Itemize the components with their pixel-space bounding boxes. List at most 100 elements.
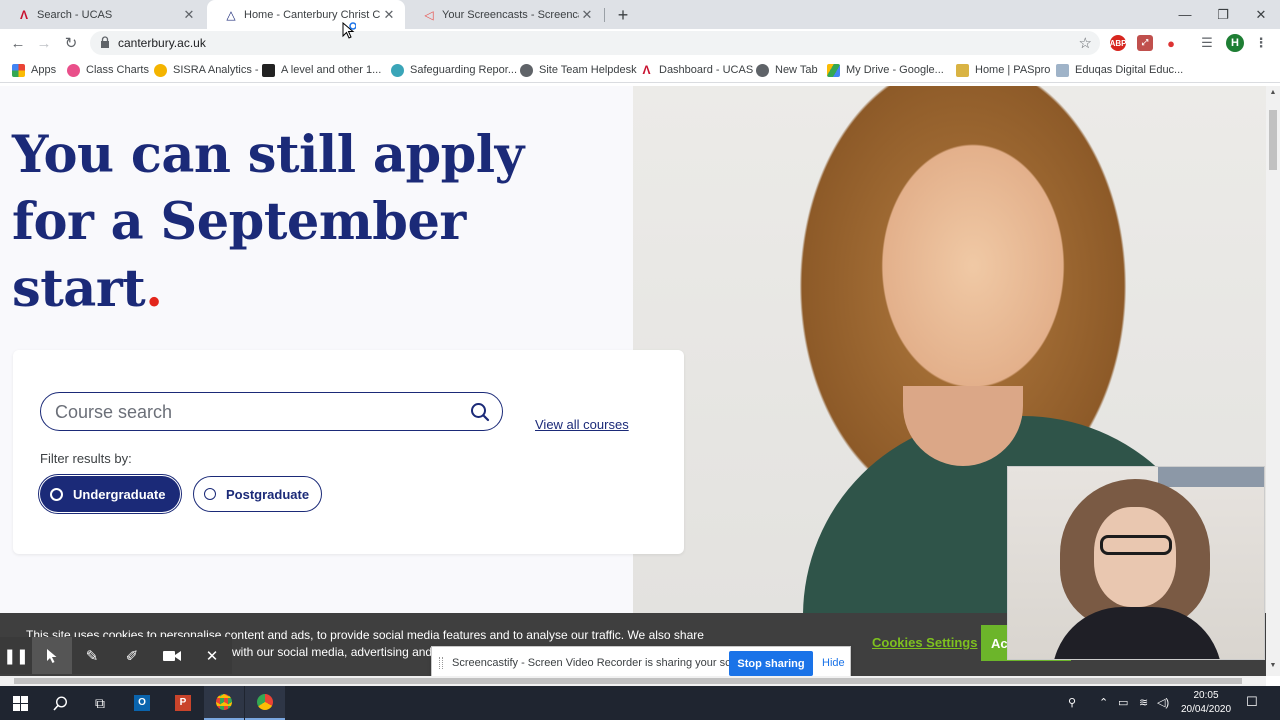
close-tab-icon[interactable]: ✕ xyxy=(381,7,397,23)
back-button[interactable]: ← xyxy=(8,33,28,53)
screen-sharing-bar: Screencastify - Screen Video Recorder is… xyxy=(431,646,851,679)
vertical-scrollbar[interactable]: ▲ ▼ xyxy=(1266,86,1280,676)
tab-label: Home - Canterbury Christ Church xyxy=(244,8,381,21)
address-bar[interactable]: canterbury.ac.uk ☆ xyxy=(90,31,1100,55)
drag-handle-icon[interactable] xyxy=(439,657,443,669)
clock-date: 20/04/2020 xyxy=(1180,704,1232,715)
webcam-presenter-body xyxy=(1052,607,1222,659)
reload-button[interactable]: ↻ xyxy=(61,33,81,53)
cookies-settings-link[interactable]: Cookies Settings xyxy=(872,635,977,650)
system-clock[interactable]: 20:05 20/04/2020 xyxy=(1176,689,1236,717)
new-tab-button[interactable]: + xyxy=(613,5,633,25)
bookmark-label: Class Charts xyxy=(86,64,149,76)
filter-postgraduate-button[interactable]: Postgraduate xyxy=(193,476,322,512)
hide-button[interactable]: Hide xyxy=(822,657,845,669)
eduqas-icon xyxy=(1056,63,1069,77)
a-level-icon xyxy=(262,63,275,77)
pointer-icon[interactable] xyxy=(32,637,72,674)
course-search-field[interactable] xyxy=(40,392,503,431)
horizontal-scrollbar[interactable] xyxy=(0,676,1266,686)
course-search-card: View all courses Filter results by: Unde… xyxy=(13,350,684,554)
sisra-icon xyxy=(154,63,167,77)
close-tab-icon[interactable]: ✕ xyxy=(579,7,595,23)
bookmark-eduqas[interactable]: Eduqas Digital Educ... xyxy=(1056,62,1183,78)
scrollbar-thumb[interactable] xyxy=(1269,110,1277,170)
highlighter-icon[interactable]: ✐ xyxy=(112,637,152,674)
chrome-icon[interactable] xyxy=(204,686,244,720)
notifications-icon[interactable]: ☐ xyxy=(1246,694,1258,710)
powerpoint-icon[interactable]: P xyxy=(163,686,203,720)
filter-undergraduate-button[interactable]: Undergraduate xyxy=(38,474,182,514)
adblock-plus-icon[interactable]: ABP xyxy=(1110,35,1126,51)
minimize-button[interactable]: — xyxy=(1166,0,1204,29)
safeguarding-icon xyxy=(391,63,404,77)
close-window-button[interactable]: ✕ xyxy=(1242,0,1280,29)
search-icon[interactable] xyxy=(40,686,80,720)
bookmark-google-drive[interactable]: My Drive - Google... xyxy=(827,62,944,78)
course-search-input[interactable] xyxy=(55,401,455,423)
class-charts-icon xyxy=(67,63,80,77)
hero-dot: . xyxy=(145,259,163,319)
bookmark-label: Safeguarding Repor... xyxy=(410,64,518,76)
tab-label: Your Screencasts - Screencastify xyxy=(442,8,579,21)
chrome-icon[interactable] xyxy=(245,686,285,720)
scrollbar-thumb[interactable] xyxy=(14,678,1242,684)
bookmark-sisra[interactable]: SISRA Analytics - xyxy=(154,62,259,78)
close-tab-icon[interactable]: ✕ xyxy=(181,7,197,23)
battery-icon[interactable]: ▭ xyxy=(1118,696,1128,709)
maximize-button[interactable]: ❐ xyxy=(1204,0,1242,29)
camera-icon[interactable] xyxy=(152,637,192,674)
globe-icon xyxy=(520,63,533,77)
bookmark-new-tab[interactable]: New Tab xyxy=(756,62,818,78)
bookmark-star-icon[interactable]: ☆ xyxy=(1079,34,1092,52)
pdf-extension-icon[interactable]: ⤢ xyxy=(1137,35,1153,51)
menu-kebab-icon[interactable]: ⋮ xyxy=(1253,35,1269,51)
people-icon[interactable]: ⚲ xyxy=(1068,696,1076,709)
pen-icon[interactable]: ✎ xyxy=(72,637,112,674)
hero-line-3-text: start xyxy=(12,259,146,319)
search-icon[interactable] xyxy=(470,402,490,422)
profile-avatar[interactable]: H xyxy=(1226,34,1244,52)
windows-start-icon[interactable] xyxy=(0,686,40,720)
filter-undergraduate-label: Undergraduate xyxy=(73,486,166,502)
view-all-courses-link[interactable]: View all courses xyxy=(535,417,629,432)
bookmark-helpdesk[interactable]: Site Team Helpdesk xyxy=(520,62,637,78)
tab-screencastify[interactable]: ◁ Your Screencasts - Screencastify ✕ xyxy=(405,0,603,29)
bookmark-label: Dashboard - UCAS xyxy=(659,64,754,76)
tab-canterbury[interactable]: △ Home - Canterbury Christ Church ✕ xyxy=(207,0,405,29)
webcam-presenter-glasses xyxy=(1100,535,1172,555)
close-toolbar-icon[interactable]: ✕ xyxy=(192,637,232,674)
hero-heading: You can still apply for a September star… xyxy=(12,122,612,323)
volume-icon[interactable]: ◁) xyxy=(1157,696,1169,709)
bookmark-safeguarding[interactable]: Safeguarding Repor... xyxy=(391,62,517,78)
bookmark-paspro[interactable]: Home | PASpro xyxy=(956,62,1050,78)
forward-button[interactable]: → xyxy=(34,33,54,53)
screencastify-toolbar: ❚❚ ✎ ✐ ✕ xyxy=(0,637,232,674)
screencastify-extension-icon[interactable]: ● xyxy=(1163,35,1179,51)
bookmark-a-level[interactable]: A level and other 1... xyxy=(262,62,381,78)
bookmark-class-charts[interactable]: Class Charts xyxy=(67,62,149,78)
bookmarks-bar: Apps Class Charts SISRA Analytics - A le… xyxy=(0,57,1280,83)
browser-toolbar: ← → ↻ canterbury.ac.uk ☆ ABP ⤢ ● ☰ H ⋮ xyxy=(0,29,1280,57)
tab-search-ucas[interactable]: Λ Search - UCAS ✕ xyxy=(0,0,205,29)
tab-divider xyxy=(604,8,605,22)
hero-line-1: You can still apply xyxy=(12,125,524,185)
ucas-icon: Λ xyxy=(19,7,28,22)
wifi-icon[interactable]: ≋ xyxy=(1139,696,1148,709)
outlook-icon[interactable]: O xyxy=(122,686,162,720)
browser-tab-strip: Λ Search - UCAS ✕ △ Home - Canterbury Ch… xyxy=(0,0,1280,29)
pause-icon[interactable]: ❚❚ xyxy=(0,637,32,674)
bookmark-label: A level and other 1... xyxy=(281,64,382,76)
reading-list-icon[interactable]: ☰ xyxy=(1199,35,1215,51)
scroll-up-arrow-icon[interactable]: ▲ xyxy=(1268,89,1278,99)
bookmark-dashboard-ucas[interactable]: Λ Dashboard - UCAS xyxy=(640,62,753,78)
webcam-background-shelf xyxy=(1158,467,1264,487)
bookmark-label: Site Team Helpdesk xyxy=(539,64,637,76)
bookmark-apps[interactable]: Apps xyxy=(12,62,56,78)
webcam-overlay[interactable] xyxy=(1007,466,1265,660)
filter-postgraduate-label: Postgraduate xyxy=(226,486,310,502)
chevron-up-icon[interactable]: ⌃ xyxy=(1099,696,1108,709)
stop-sharing-button[interactable]: Stop sharing xyxy=(729,651,813,676)
task-view-icon[interactable]: ⧉ xyxy=(80,686,120,720)
scroll-down-arrow-icon[interactable]: ▼ xyxy=(1268,662,1278,672)
